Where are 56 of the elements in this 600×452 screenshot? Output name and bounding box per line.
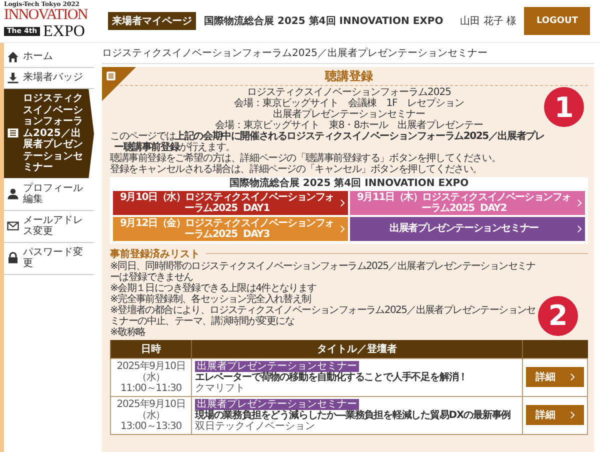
sidebar-item[interactable]: ホーム: [4, 47, 94, 68]
person-icon: [7, 188, 19, 200]
note-text: ※登壇者の都合により、ロジスティクスイノベーションフォーラム2025／出展者プレゼンテーションセミナーの中止、テーマ、講演時間が変更にな: [110, 304, 536, 327]
list-heading: 事前登録済みリスト: [110, 247, 200, 260]
venue-text: 会場：東京ビッグサイト 東8・8ホール 出展者プレゼンテー: [214, 120, 484, 132]
date-text: 2025年9月10日（水）: [116, 360, 186, 383]
note-text: ※完全事前登録制、各セッション完全入れ替え制: [110, 294, 311, 305]
notice-text: このページでは上記の会期中に開催されるロジスティクスイノベーションフォーラム2025／出展者プレ: [110, 131, 544, 142]
number-badge: 2: [538, 296, 578, 336]
sidebar-item[interactable]: プロフィール編集: [4, 178, 94, 210]
download-icon: [7, 72, 19, 84]
event-panel-title: 国際物流総合展 2025 第4回 INNOVATION EXPO: [228, 178, 470, 190]
event-title: 国際物流総合展 2025 第4回 INNOVATION EXPO: [204, 14, 444, 28]
detail-button[interactable]: 詳細: [526, 405, 584, 426]
note-text: ※敬称略: [110, 326, 146, 338]
chevron-icon: [570, 373, 574, 382]
sidebar-item[interactable]: メールアドレス変更: [4, 210, 94, 242]
chevron-icon: [577, 198, 582, 207]
lock-icon: [7, 252, 19, 264]
chevron-icon: [340, 224, 345, 233]
sidebar-item[interactable]: ロジスティクスイノベーションフォーラム2025／出展者プレゼンテーションセミナー: [4, 89, 94, 178]
mypage-badge: 来場者マイページ: [108, 12, 196, 30]
category-tag: 出展者プレゼンテーションセミナー: [195, 360, 359, 372]
sidebar-item[interactable]: パスワード変更: [4, 242, 94, 274]
list-icon: [106, 71, 116, 81]
list-icon: [7, 127, 19, 140]
logout-button[interactable]: LOGOUT: [524, 7, 590, 35]
category-tag: 出展者プレゼンテーションセミナー: [195, 398, 359, 410]
session-title: エレベーターで荷物の移動を自動化することで人手不足を解消！: [195, 372, 469, 383]
detail-button[interactable]: 詳細: [526, 367, 584, 388]
time-text: 13:00～13:30: [119, 420, 183, 432]
time-text: 11:00～11:30: [119, 382, 183, 394]
session-title: 現場の業務負担をどう減らしたか―業務負担を軽減した貿易DXの最新事例: [195, 410, 512, 421]
date-text: 2025年9月10日（水）: [116, 398, 186, 421]
column-header: タイトル／登壇者: [192, 340, 522, 358]
mail-icon: [7, 220, 19, 232]
note-text: ※同日、同時間帯のロジスティクスイノベーションフォーラム2025／出展者プレゼンテーションセミナーは登録できません: [110, 260, 536, 283]
notice-text: 登録をキャンセルされる場合は、詳細ページの「キャンセル」ボタンを押してください。: [110, 164, 484, 176]
venue-text: 出展者プレゼンテーションセミナー: [273, 109, 425, 120]
home-icon: [7, 51, 19, 63]
venue-text: 会場：東京ビッグサイト 会議棟 1F レセプション: [234, 98, 464, 110]
chevron-icon: [577, 224, 582, 233]
note-text: ※会期１日につき登録できる上限は4件となります: [110, 282, 316, 294]
chevron-icon: [570, 411, 574, 420]
speaker-name: クマリフト: [195, 382, 246, 394]
notice-text: ー聴講事前登録が行えます。: [114, 142, 235, 154]
venue-text: ロジスティクスイノベーションフォーラム2025: [247, 87, 451, 98]
number-badge: 1: [544, 87, 584, 128]
user-name: 山田 花子 様: [460, 14, 516, 28]
chevron-icon: [340, 198, 345, 207]
speaker-name: 双日テックイノベーション: [195, 420, 316, 432]
session-link[interactable]: 出展者プレゼンテーションセミナー: [350, 216, 585, 241]
column-header: 日時: [110, 340, 192, 358]
page-title: ロジスティクスイノベーションフォーラム2025／出展者プレゼンテーションセミナー: [102, 43, 594, 64]
session-link[interactable]: 9月10日（水）ロジスティクスイノベーションフォーラム2025 DAY1: [113, 190, 348, 215]
notice-text: 聴講事前登録をご希望の方は、詳細ページの「聴講事前登録する」ボタンを押してください。: [110, 153, 502, 164]
